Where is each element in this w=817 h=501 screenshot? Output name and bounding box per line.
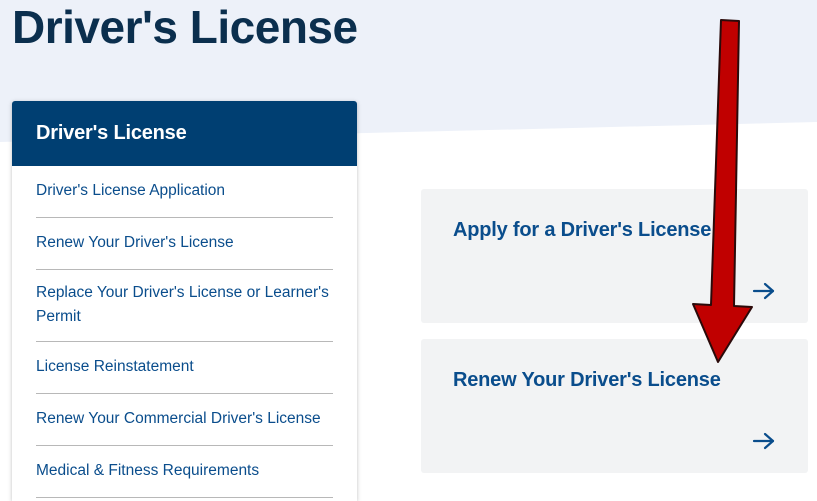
page-title: Driver's License — [12, 1, 358, 53]
sidebar-item-replace-license-or-permit[interactable]: Replace Your Driver's License or Learner… — [36, 270, 333, 342]
sidebar-header-title: Driver's License — [36, 122, 187, 144]
sidebar-item-medical-fitness-requirements[interactable]: Medical & Fitness Requirements — [36, 446, 333, 498]
sidebar-item-drivers-license-application[interactable]: Driver's License Application — [36, 166, 333, 218]
sidebar-item-renew-drivers-license[interactable]: Renew Your Driver's License — [36, 218, 333, 270]
sidebar-nav: Driver's License Driver's License Applic… — [12, 101, 357, 501]
sidebar-header: Driver's License — [12, 101, 357, 166]
card-title: Renew Your Driver's License — [453, 369, 721, 391]
card-renew-drivers-license[interactable]: Renew Your Driver's License — [421, 339, 808, 473]
arrow-right-icon — [752, 432, 775, 450]
sidebar-item-renew-commercial-license[interactable]: Renew Your Commercial Driver's License — [36, 394, 333, 446]
card-title: Apply for a Driver's License — [453, 219, 712, 241]
sidebar-item-license-reinstatement[interactable]: License Reinstatement — [36, 342, 333, 394]
sidebar-list: Driver's License Application Renew Your … — [12, 166, 357, 498]
card-apply-drivers-license[interactable]: Apply for a Driver's License — [421, 189, 808, 323]
arrow-right-icon — [752, 282, 775, 300]
